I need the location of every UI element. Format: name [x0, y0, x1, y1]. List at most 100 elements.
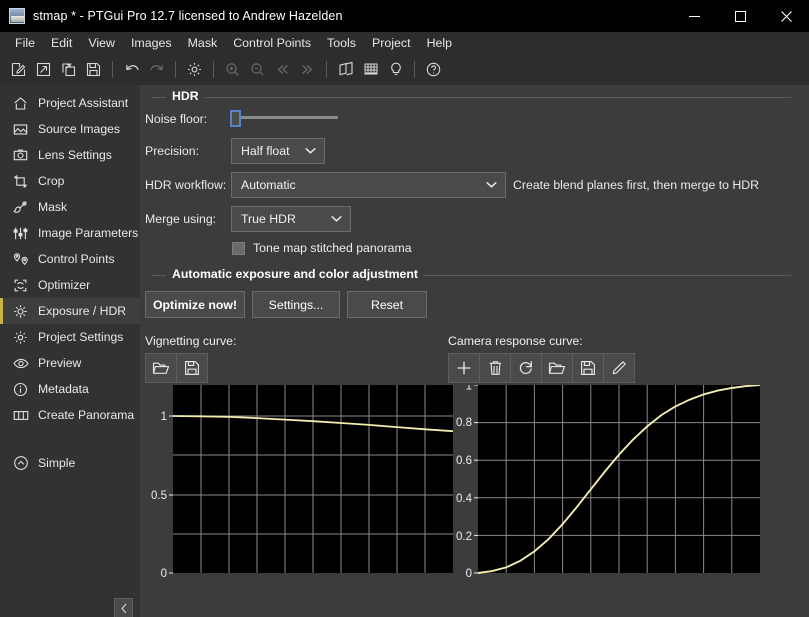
- settings-button[interactable]: Settings...: [252, 291, 340, 318]
- minimize-button[interactable]: [671, 0, 717, 32]
- camera-ytick-1: 0.8: [456, 417, 472, 429]
- sidebar-item-label: Metadata: [38, 382, 89, 396]
- zoom-out-icon[interactable]: [245, 57, 270, 82]
- hdr-workflow-combobox[interactable]: Automatic: [231, 172, 506, 198]
- sidebar-item-image-parameters[interactable]: Image Parameters: [0, 220, 140, 246]
- chevron-down-icon: [486, 181, 497, 189]
- close-button[interactable]: [763, 0, 809, 32]
- sidebar-item-exposure-hdr[interactable]: Exposure / HDR: [0, 298, 140, 324]
- open-folder-icon[interactable]: [145, 353, 177, 383]
- add-plus-icon[interactable]: [448, 353, 480, 383]
- camera-response-tick-marks: [474, 385, 478, 574]
- vignetting-curve-label: Vignetting curve:: [145, 334, 237, 348]
- window-title: stmap * - PTGui Pro 12.7 licensed to And…: [33, 9, 343, 23]
- menu-bar: File Edit View Images Mask Control Point…: [0, 32, 809, 54]
- sidebar-item-label: Preview: [38, 356, 82, 370]
- open-folder-icon[interactable]: [541, 353, 573, 383]
- sidebar-item-source-images[interactable]: Source Images: [0, 116, 140, 142]
- vignetting-ytick-1: 0.5: [151, 490, 167, 502]
- chevron-down-icon: [305, 147, 316, 155]
- menu-project[interactable]: Project: [364, 34, 419, 52]
- sidebar-item-metadata[interactable]: Metadata: [0, 376, 140, 402]
- edit-pencil-icon[interactable]: [603, 353, 635, 383]
- noise-floor-slider[interactable]: [230, 110, 338, 127]
- camera-response-y-tick-labels: 1 0.8 0.6 0.4 0.2 0: [456, 385, 473, 580]
- sidebar-item-lens-settings[interactable]: Lens Settings: [0, 142, 140, 168]
- slider-handle[interactable]: [230, 110, 241, 127]
- camera-ytick-4: 0.2: [456, 531, 472, 543]
- eye-icon: [12, 355, 29, 372]
- next-icon[interactable]: [295, 57, 320, 82]
- help-icon[interactable]: [421, 57, 446, 82]
- new-project-icon[interactable]: [6, 57, 31, 82]
- sidebar-mode-switch-simple[interactable]: Simple: [0, 450, 140, 476]
- map-pins-icon: [12, 251, 29, 268]
- menu-mask[interactable]: Mask: [180, 34, 226, 52]
- sidebar-item-label: Project Assistant: [38, 96, 129, 110]
- toolbar-separator: [326, 60, 327, 78]
- toolbar-separator: [175, 60, 176, 78]
- reset-refresh-icon[interactable]: [510, 353, 542, 383]
- sidebar-item-preview[interactable]: Preview: [0, 350, 140, 376]
- settings-gear-icon[interactable]: [182, 57, 207, 82]
- open-project-icon[interactable]: [31, 57, 56, 82]
- vignetting-toolbar: [145, 353, 208, 383]
- tone-map-checkbox[interactable]: [232, 241, 245, 255]
- refresh-frame-icon: [12, 277, 29, 294]
- tone-map-label: Tone map stitched panorama: [253, 241, 412, 255]
- noise-floor-label: Noise floor:: [145, 112, 208, 126]
- vignetting-curve-svg: 1 0.5 0: [151, 385, 453, 580]
- menu-view[interactable]: View: [80, 34, 123, 52]
- optimize-now-button[interactable]: Optimize now!: [145, 291, 245, 318]
- camera-icon: [12, 147, 29, 164]
- precision-combobox[interactable]: Half float: [231, 138, 325, 164]
- hdr-workflow-label: HDR workflow:: [145, 178, 227, 192]
- sidebar-item-label: Image Parameters: [38, 226, 139, 240]
- vignetting-curve-plot[interactable]: 1 0.5 0: [145, 385, 453, 585]
- maximize-button[interactable]: [717, 0, 763, 32]
- sidebar-item-project-assistant[interactable]: Project Assistant: [0, 90, 140, 116]
- undo-icon[interactable]: [119, 57, 144, 82]
- save-floppy-icon[interactable]: [572, 353, 604, 383]
- camera-ytick-0: 1: [466, 385, 472, 393]
- delete-trash-icon[interactable]: [479, 353, 511, 383]
- crop-icon: [12, 173, 29, 190]
- sidebar-item-control-points[interactable]: Control Points: [0, 246, 140, 272]
- reset-button[interactable]: Reset: [347, 291, 427, 318]
- menu-help[interactable]: Help: [419, 34, 460, 52]
- save-project-icon[interactable]: [81, 57, 106, 82]
- sidebar-item-project-settings[interactable]: Project Settings: [0, 324, 140, 350]
- sidebar-item-label: Project Settings: [38, 330, 124, 344]
- menu-images[interactable]: Images: [123, 34, 180, 52]
- brush-icon: [12, 199, 29, 216]
- tone-map-checkbox-row[interactable]: Tone map stitched panorama: [232, 241, 412, 255]
- camera-response-curve-plot[interactable]: 1 0.8 0.6 0.4 0.2 0: [448, 385, 760, 585]
- sidebar-item-optimizer[interactable]: Optimizer: [0, 272, 140, 298]
- ptgui-window: stmap * - PTGui Pro 12.7 licensed to And…: [0, 0, 809, 617]
- chevron-up-circle-icon: [12, 455, 29, 472]
- sidebar-item-mask[interactable]: Mask: [0, 194, 140, 220]
- vignetting-ytick-0: 1: [161, 411, 167, 423]
- previous-icon[interactable]: [270, 57, 295, 82]
- sidebar-item-crop[interactable]: Crop: [0, 168, 140, 194]
- sliders-icon: [12, 225, 29, 242]
- menu-tools[interactable]: Tools: [319, 34, 364, 52]
- menu-control-points[interactable]: Control Points: [225, 34, 319, 52]
- merge-using-combobox[interactable]: True HDR: [231, 206, 351, 232]
- menu-file[interactable]: File: [7, 34, 43, 52]
- grid-icon[interactable]: [358, 57, 383, 82]
- lightbulb-icon[interactable]: [383, 57, 408, 82]
- panorama-editor-icon[interactable]: [333, 57, 358, 82]
- menu-edit[interactable]: Edit: [43, 34, 80, 52]
- zoom-in-icon[interactable]: [220, 57, 245, 82]
- duplicate-project-icon[interactable]: [56, 57, 81, 82]
- redo-icon[interactable]: [144, 57, 169, 82]
- toolbar-separator: [112, 60, 113, 78]
- sidebar-item-label: Control Points: [38, 252, 115, 266]
- sidebar-item-create-panorama[interactable]: Create Panorama: [0, 402, 140, 428]
- sidebar-item-label: Exposure / HDR: [38, 304, 127, 318]
- save-floppy-icon[interactable]: [176, 353, 208, 383]
- camera-response-toolbar: [448, 353, 635, 383]
- sun-icon: [12, 303, 29, 320]
- sidebar-collapse-button[interactable]: [114, 598, 133, 617]
